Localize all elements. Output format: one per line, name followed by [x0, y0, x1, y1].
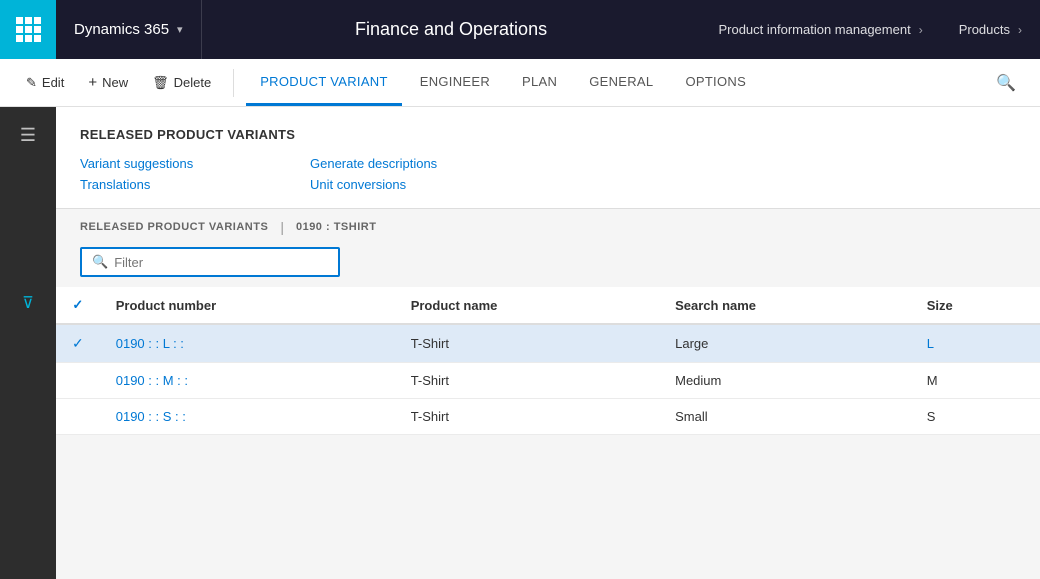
- col-check: ✓: [56, 287, 100, 324]
- toolbar-separator: [233, 69, 234, 97]
- app-launcher[interactable]: [0, 0, 56, 59]
- product-info-chevron: ›: [919, 23, 923, 37]
- generate-descriptions-link[interactable]: Generate descriptions: [310, 156, 500, 171]
- sidebar: ☰ ⊽: [0, 107, 56, 579]
- row-2-check: [56, 363, 100, 399]
- rpv-links: Variant suggestions Generate description…: [80, 156, 500, 192]
- row-2-product-number[interactable]: 0190 : : M : :: [100, 363, 395, 399]
- col-search-name[interactable]: Search name: [659, 287, 911, 324]
- col-product-name[interactable]: Product name: [395, 287, 659, 324]
- translations-link[interactable]: Translations: [80, 177, 270, 192]
- data-table: ✓ Product number Product name Search nam…: [56, 287, 1040, 579]
- tab-options[interactable]: OPTIONS: [671, 59, 760, 106]
- top-nav: Dynamics 365 ▾ Finance and Operations Pr…: [0, 0, 1040, 59]
- main-content: ☰ ⊽ RELEASED PRODUCT VARIANTS Variant su…: [0, 107, 1040, 579]
- product-info-label: Product information management: [718, 22, 910, 37]
- row-2-size: M: [911, 363, 1040, 399]
- product-info-nav[interactable]: Product information management ›: [700, 0, 940, 59]
- tab-product-variant[interactable]: PRODUCT VARIANT: [246, 59, 402, 106]
- tab-product-variant-label: PRODUCT VARIANT: [260, 74, 388, 89]
- filter-container: 🔍: [56, 243, 1040, 287]
- grid-breadcrumb-sep: |: [280, 219, 284, 235]
- finance-ops-label: Finance and Operations: [355, 19, 547, 40]
- row-3-search-name: Small: [659, 399, 911, 435]
- hamburger-icon: ☰: [20, 125, 36, 146]
- new-button[interactable]: + New: [78, 69, 138, 96]
- filter-button[interactable]: ⊽: [8, 283, 48, 323]
- dynamics-365-label: Dynamics 365: [74, 21, 169, 38]
- table-row[interactable]: ✓ 0190 : : L : : T-Shirt Large L: [56, 324, 1040, 363]
- new-icon: +: [88, 74, 97, 91]
- products-chevron: ›: [1018, 23, 1022, 37]
- products-label: Products: [959, 22, 1010, 37]
- products-nav[interactable]: Products ›: [941, 0, 1040, 59]
- search-button[interactable]: 🔍: [988, 68, 1024, 98]
- row-1-size[interactable]: L: [911, 324, 1040, 363]
- tab-general-label: GENERAL: [589, 74, 653, 89]
- grid-breadcrumb-1: RELEASED PRODUCT VARIANTS: [80, 221, 268, 233]
- row-2-search-name: Medium: [659, 363, 911, 399]
- dynamics-365-chevron: ▾: [177, 23, 183, 36]
- tab-general[interactable]: GENERAL: [575, 59, 667, 106]
- table-header-row: ✓ Product number Product name Search nam…: [56, 287, 1040, 324]
- edit-icon: ✎: [26, 75, 37, 91]
- finance-ops-nav[interactable]: Finance and Operations: [202, 0, 701, 59]
- tab-plan-label: PLAN: [522, 74, 557, 89]
- variant-suggestions-link[interactable]: Variant suggestions: [80, 156, 270, 171]
- tab-options-label: OPTIONS: [685, 74, 746, 89]
- row-1-check: ✓: [56, 324, 100, 363]
- dynamics-365-nav[interactable]: Dynamics 365 ▾: [56, 0, 202, 59]
- page-body: RELEASED PRODUCT VARIANTS Variant sugges…: [56, 107, 1040, 579]
- filter-input[interactable]: [114, 255, 328, 270]
- rpv-title: RELEASED PRODUCT VARIANTS: [80, 127, 1016, 142]
- row-3-product-number[interactable]: 0190 : : S : :: [100, 399, 395, 435]
- delete-button[interactable]: 🗑 Delete: [142, 70, 221, 96]
- row-3-size: S: [911, 399, 1040, 435]
- check-header-icon: ✓: [72, 297, 83, 312]
- hamburger-menu[interactable]: ☰: [8, 115, 48, 155]
- check-icon: ✓: [72, 335, 84, 351]
- row-2-product-name: T-Shirt: [395, 363, 659, 399]
- row-3-product-name: T-Shirt: [395, 399, 659, 435]
- filter-icon: ⊽: [22, 293, 34, 313]
- grid-section: RELEASED PRODUCT VARIANTS | 0190 : TSHIR…: [56, 208, 1040, 579]
- delete-icon: 🗑: [152, 75, 169, 91]
- delete-label: Delete: [174, 75, 212, 90]
- rpv-section: RELEASED PRODUCT VARIANTS Variant sugges…: [56, 107, 1040, 208]
- filter-search-icon: 🔍: [92, 254, 108, 270]
- edit-label: Edit: [42, 75, 64, 90]
- table-row[interactable]: 0190 : : S : : T-Shirt Small S: [56, 399, 1040, 435]
- col-product-number[interactable]: Product number: [100, 287, 395, 324]
- search-icon: 🔍: [996, 75, 1016, 92]
- new-label: New: [102, 75, 128, 90]
- tab-plan[interactable]: PLAN: [508, 59, 571, 106]
- row-3-check: [56, 399, 100, 435]
- tab-engineer[interactable]: ENGINEER: [406, 59, 504, 106]
- tab-engineer-label: ENGINEER: [420, 74, 490, 89]
- row-1-product-number[interactable]: 0190 : : L : :: [100, 324, 395, 363]
- grid-header: RELEASED PRODUCT VARIANTS | 0190 : TSHIR…: [56, 209, 1040, 243]
- unit-conversions-link[interactable]: Unit conversions: [310, 177, 500, 192]
- table-row[interactable]: 0190 : : M : : T-Shirt Medium M: [56, 363, 1040, 399]
- row-1-product-name: T-Shirt: [395, 324, 659, 363]
- col-size[interactable]: Size: [911, 287, 1040, 324]
- row-1-search-name: Large: [659, 324, 911, 363]
- grid-breadcrumb-2: 0190 : TSHIRT: [296, 221, 376, 233]
- filter-input-wrap: 🔍: [80, 247, 340, 277]
- edit-button[interactable]: ✎ Edit: [16, 70, 74, 96]
- toolbar: ✎ Edit + New 🗑 Delete PRODUCT VARIANT EN…: [0, 59, 1040, 107]
